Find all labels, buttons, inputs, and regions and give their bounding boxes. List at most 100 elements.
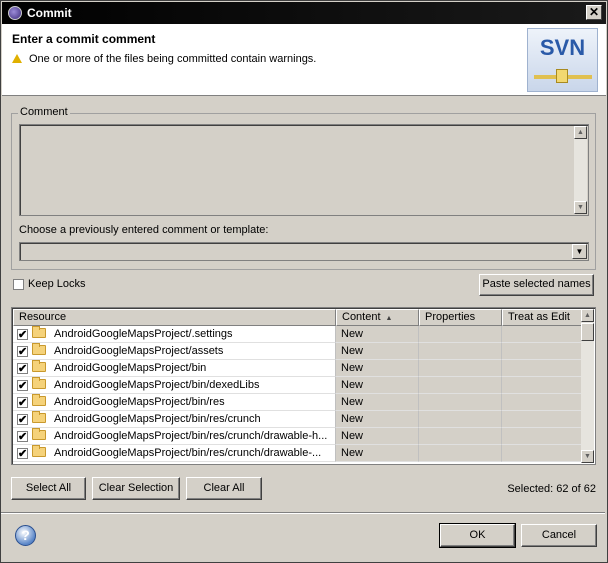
treat-as-edit-cell: [502, 445, 583, 462]
header-title: Enter a commit comment: [12, 32, 156, 46]
treat-as-edit-cell: [502, 428, 583, 445]
resource-cell[interactable]: AndroidGoogleMapsProject/bin/res: [13, 394, 336, 411]
resource-cell[interactable]: AndroidGoogleMapsProject/assets: [13, 343, 336, 360]
ok-button[interactable]: OK: [439, 523, 516, 548]
column-header-content[interactable]: Content ▲: [336, 309, 419, 326]
content-cell: New: [336, 326, 419, 343]
row-checkbox[interactable]: [17, 412, 28, 427]
properties-cell: [419, 377, 502, 394]
content-cell: New: [336, 394, 419, 411]
row-checkbox[interactable]: [17, 429, 28, 444]
svn-logo-text: SVN: [539, 35, 586, 60]
resources-table: Resource Content ▲ Properties Treat as Ed…: [11, 307, 596, 465]
resource-cell[interactable]: AndroidGoogleMapsProject/bin/res/crunch: [13, 411, 336, 428]
folder-icon: [32, 343, 46, 356]
content-cell: New: [336, 343, 419, 360]
template-combo[interactable]: ▼: [19, 242, 589, 261]
resource-cell[interactable]: AndroidGoogleMapsProject/bin/dexedLibs: [13, 377, 336, 394]
comment-group-label: Comment: [18, 106, 70, 118]
window-title: Commit: [27, 6, 72, 20]
clear-all-button[interactable]: Clear All: [186, 477, 262, 500]
comment-scrollbar[interactable]: ▲ ▼: [574, 126, 587, 214]
properties-cell: [419, 360, 502, 377]
table-row[interactable]: AndroidGoogleMapsProject/bin/res New: [13, 394, 583, 411]
row-checkbox[interactable]: [17, 344, 28, 359]
content-cell: New: [336, 411, 419, 428]
content-cell: New: [336, 428, 419, 445]
table-row[interactable]: AndroidGoogleMapsProject/bin/res/crunch N…: [13, 411, 583, 428]
resource-cell[interactable]: AndroidGoogleMapsProject/.settings: [13, 326, 336, 343]
resource-cell[interactable]: AndroidGoogleMapsProject/bin: [13, 360, 336, 377]
treat-as-edit-cell: [502, 411, 583, 428]
scroll-thumb[interactable]: [581, 323, 594, 341]
content-cell: New: [336, 445, 419, 462]
scroll-up-icon[interactable]: ▲: [574, 126, 587, 139]
resource-name: AndroidGoogleMapsProject/bin/res/crunch/…: [54, 447, 322, 459]
header-message: One or more of the files being committed…: [12, 53, 316, 65]
svn-logo-knob: [556, 69, 568, 83]
table-row[interactable]: AndroidGoogleMapsProject/bin/dexedLibs Ne…: [13, 377, 583, 394]
table-scrollbar[interactable]: ▲ ▼: [581, 309, 594, 463]
resource-name: AndroidGoogleMapsProject/bin/res/crunch: [54, 413, 261, 425]
table-row[interactable]: AndroidGoogleMapsProject/bin New: [13, 360, 583, 377]
resource-name: AndroidGoogleMapsProject/bin/res: [54, 396, 225, 408]
treat-as-edit-cell: [502, 326, 583, 343]
table-row[interactable]: AndroidGoogleMapsProject/bin/res/crunch/…: [13, 445, 583, 462]
properties-cell: [419, 411, 502, 428]
folder-icon: [32, 428, 46, 441]
column-header-treat-as-edit[interactable]: Treat as Edit: [502, 309, 583, 326]
row-checkbox[interactable]: [17, 446, 28, 461]
properties-cell: [419, 445, 502, 462]
folder-icon: [32, 394, 46, 407]
row-checkbox[interactable]: [17, 361, 28, 376]
table-row[interactable]: AndroidGoogleMapsProject/bin/res/crunch/…: [13, 428, 583, 445]
scroll-down-icon[interactable]: ▼: [581, 450, 594, 463]
folder-icon: [32, 445, 46, 458]
cancel-button[interactable]: Cancel: [521, 524, 597, 547]
svn-logo: SVN: [527, 28, 598, 92]
chevron-down-icon[interactable]: ▼: [572, 244, 587, 259]
dialog-header: Enter a commit comment One or more of th…: [2, 24, 606, 96]
template-label: Choose a previously entered comment or t…: [19, 224, 269, 236]
resource-name: AndroidGoogleMapsProject/bin: [54, 362, 207, 374]
table-header: Resource Content ▲ Properties Treat as Ed…: [13, 309, 583, 326]
content-cell: New: [336, 360, 419, 377]
scroll-up-icon[interactable]: ▲: [581, 309, 594, 322]
folder-icon: [32, 411, 46, 424]
selected-count: Selected: 62 of 62: [507, 483, 596, 495]
table-row[interactable]: AndroidGoogleMapsProject/assets New: [13, 343, 583, 360]
column-header-properties[interactable]: Properties: [419, 309, 502, 326]
treat-as-edit-cell: [502, 394, 583, 411]
comment-textarea[interactable]: ▲ ▼: [19, 124, 589, 216]
select-all-button[interactable]: Select All: [11, 477, 86, 500]
keep-locks-box[interactable]: [13, 278, 24, 290]
close-button[interactable]: ✕: [586, 5, 602, 20]
row-checkbox[interactable]: [17, 327, 28, 342]
properties-cell: [419, 428, 502, 445]
table-row[interactable]: AndroidGoogleMapsProject/.settings New: [13, 326, 583, 343]
help-icon[interactable]: ?: [15, 525, 36, 546]
row-checkbox[interactable]: [17, 378, 28, 393]
resource-cell[interactable]: AndroidGoogleMapsProject/bin/res/crunch/…: [13, 428, 336, 445]
keep-locks-checkbox[interactable]: Keep Locks: [13, 278, 85, 290]
properties-cell: [419, 326, 502, 343]
row-checkbox[interactable]: [17, 395, 28, 410]
resource-name: AndroidGoogleMapsProject/.settings: [54, 328, 233, 340]
folder-icon: [32, 326, 46, 339]
warning-icon: [12, 54, 22, 63]
treat-as-edit-cell: [502, 377, 583, 394]
treat-as-edit-cell: [502, 360, 583, 377]
paste-selected-names-button[interactable]: Paste selected names: [479, 274, 594, 296]
column-header-resource[interactable]: Resource: [13, 309, 336, 326]
resource-name: AndroidGoogleMapsProject/bin/dexedLibs: [54, 379, 260, 391]
footer-divider: [1, 512, 605, 514]
treat-as-edit-cell: [502, 343, 583, 360]
scroll-down-icon[interactable]: ▼: [574, 201, 587, 214]
resource-name: AndroidGoogleMapsProject/bin/res/crunch/…: [54, 430, 328, 442]
content-cell: New: [336, 377, 419, 394]
clear-selection-button[interactable]: Clear Selection: [92, 477, 180, 500]
title-bar[interactable]: Commit ✕: [2, 2, 606, 24]
folder-icon: [32, 377, 46, 390]
resource-cell[interactable]: AndroidGoogleMapsProject/bin/res/crunch/…: [13, 445, 336, 462]
warning-text: One or more of the files being committed…: [29, 53, 317, 65]
